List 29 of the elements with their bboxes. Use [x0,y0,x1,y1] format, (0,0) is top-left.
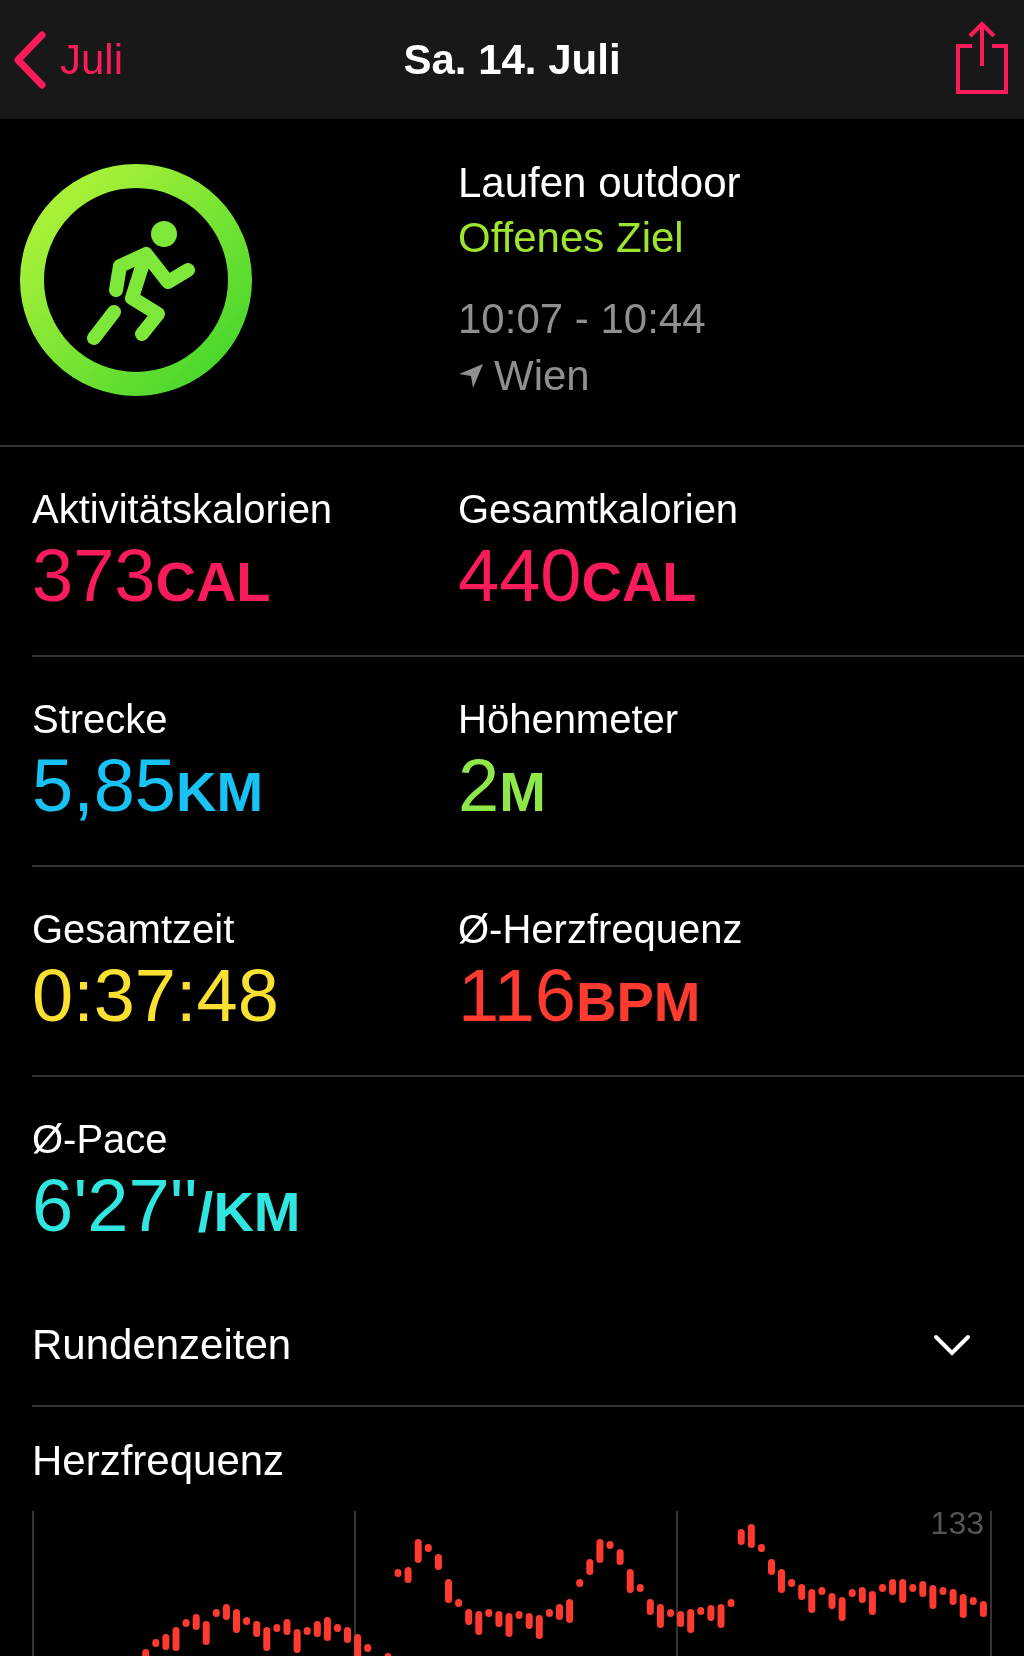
metric-value: 0:37:48 [32,953,280,1039]
metric-value: 2M [458,743,547,829]
metric-label: Aktivitätskalorien [32,486,334,533]
metric-value: 6'27''/KM [32,1163,302,1249]
metric-label: Strecke [32,696,169,743]
metric-label: Höhenmeter [458,696,680,743]
running-ring-icon [18,162,254,398]
workout-time: 10:07 - 10:44 [458,294,707,344]
share-icon[interactable] [954,19,1010,96]
metric-label: Ø-Pace [32,1116,169,1163]
workout-goal: Offenes Ziel [458,213,685,263]
metric-label: Gesamtzeit [32,906,236,953]
metric-value: 440CAL [458,533,698,619]
workout-location: Wien [494,351,590,401]
metric-label: Ø-Herzfrequenz [458,906,744,953]
workout-name: Laufen outdoor [458,158,741,208]
metric-value: 116BPM [458,953,702,1039]
axis-label: 133 [930,1505,984,1542]
metric-value: 373CAL [32,533,272,619]
laps-row[interactable]: Rundenzeiten [32,1285,1024,1407]
chevron-down-icon[interactable] [932,1333,972,1357]
metric-label: Gesamtkalorien [458,486,740,533]
back-button[interactable]: Juli [12,30,124,89]
laps-label[interactable]: Rundenzeiten [32,1321,292,1369]
nav-title: Sa. 14. Juli [403,35,621,83]
metric-value: 5,85KM [32,743,265,829]
location-arrow-icon [458,363,484,389]
chevron-left-icon [12,30,46,89]
chart-title: Herzfrequenz [32,1436,286,1486]
